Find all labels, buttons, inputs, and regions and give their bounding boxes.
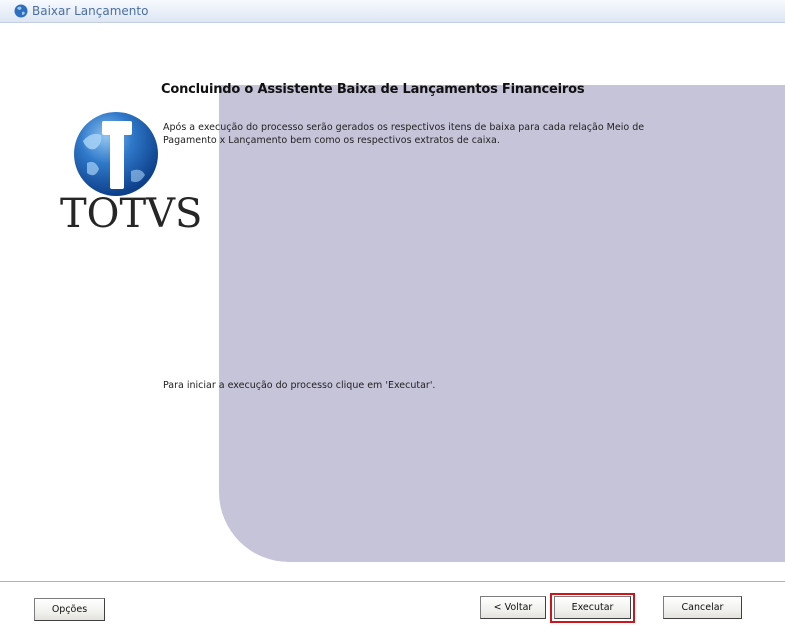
options-button[interactable]: Opções: [34, 598, 105, 621]
title-bar: Baixar Lançamento: [0, 0, 785, 23]
back-button[interactable]: < Voltar: [480, 596, 546, 619]
app-globe-icon: [14, 4, 28, 18]
window-title: Baixar Lançamento: [32, 4, 149, 18]
description-line-2: Pagamento x Lançamento bem como os respe…: [163, 135, 500, 146]
wizard-content: TOTVS Concluindo o Assistente Baixa de L…: [0, 23, 785, 581]
wizard-footer: Opções < Voltar Executar Cancelar: [0, 581, 785, 632]
cancel-button[interactable]: Cancelar: [663, 596, 742, 619]
execute-button[interactable]: Executar: [554, 596, 631, 619]
totvs-globe-logo-icon: [74, 112, 158, 196]
wizard-description: Após a execução do processo serão gerado…: [163, 121, 723, 147]
totvs-logo-text: TOTVS: [60, 191, 203, 237]
wizard-background-panel: [219, 85, 785, 562]
description-line-1: Após a execução do processo serão gerado…: [163, 122, 645, 133]
wizard-title: Concluindo o Assistente Baixa de Lançame…: [161, 82, 585, 97]
wizard-instruction: Para iniciar a execução do processo cliq…: [163, 380, 436, 391]
